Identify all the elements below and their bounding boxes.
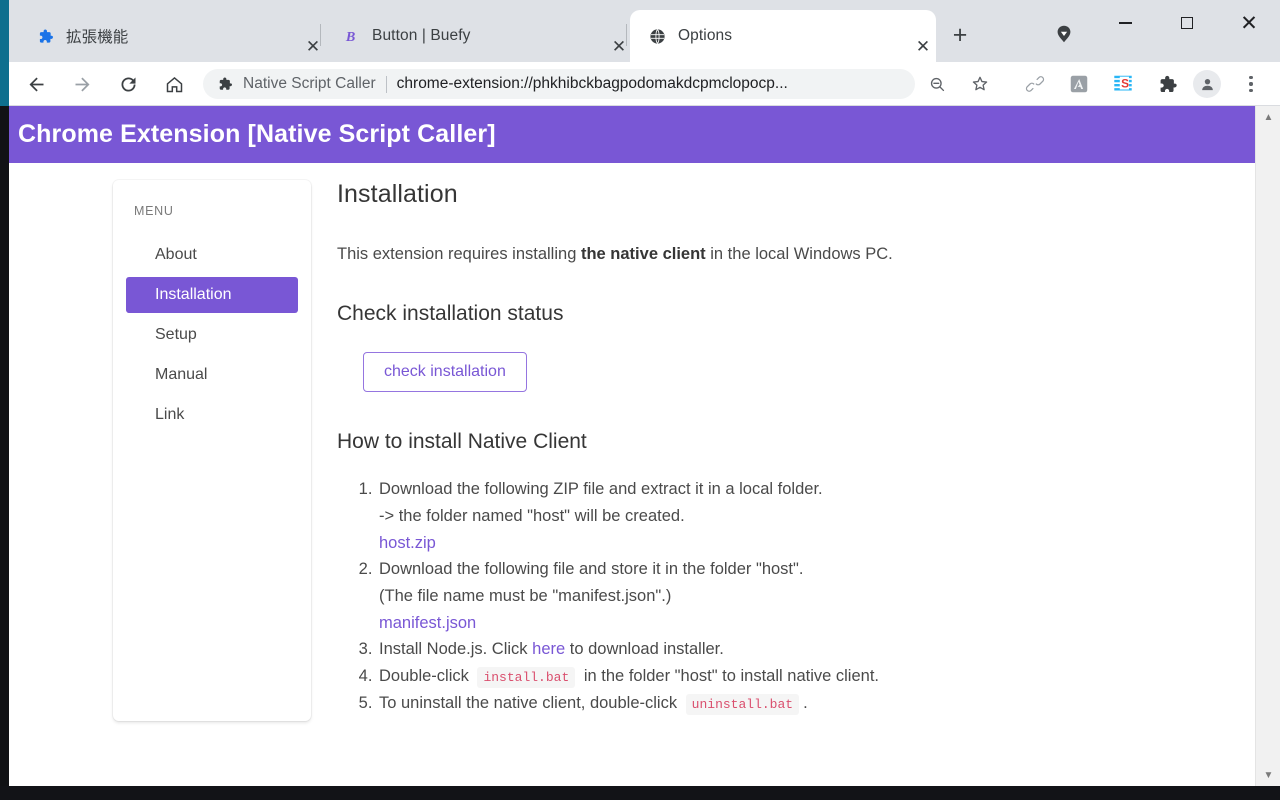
close-window-button[interactable]: ✕ [1218,0,1280,46]
step-5-text-post: . [803,694,808,712]
sidebar-menu-label: MENU [113,204,311,218]
browser-tab-extensions[interactable]: 拡張機能 ✕ [18,10,326,62]
bookmark-star-icon[interactable] [965,69,995,99]
sidebar-menu-list: About Installation Setup Manual Link [113,237,311,433]
intro-text-pre: This extension requires installing [337,245,581,263]
install-heading: How to install Native Client [337,430,1217,454]
link-clip-icon[interactable] [1020,69,1050,99]
tab-close-icon[interactable]: ✕ [606,33,632,59]
list-item: To uninstall the native client, double-c… [377,690,1217,717]
extension-puzzle-icon [217,76,233,92]
minimize-button[interactable] [1094,0,1156,46]
list-item: Link [126,397,298,433]
page-scrollbar[interactable]: ▲ ▼ [1255,106,1280,786]
sidebar-item-about[interactable]: About [126,237,298,273]
step-2-subtext: (The file name must be "manifest.json".) [379,583,1217,610]
tab-title: Options [678,27,732,45]
window-edge-artifact-left [0,106,9,794]
step-3-text-post: to download installer. [565,640,724,658]
omnibox-extension-name: Native Script Caller [243,75,376,93]
nodejs-here-link[interactable]: here [532,640,565,658]
page-header-bar: Chrome Extension [Native Script Caller] [9,106,1255,163]
list-item: Install Node.js. Click here to download … [377,636,1217,663]
buefy-b-icon: B [342,27,360,45]
intro-paragraph: This extension requires installing the n… [337,243,1217,266]
globe-icon [648,27,666,45]
puzzle-icon [36,27,54,45]
omnibox-divider [386,76,387,93]
tab-title: Button | Buefy [372,27,471,45]
browser-tab-options[interactable]: Options ✕ [630,10,936,62]
list-item: Manual [126,357,298,393]
maximize-button[interactable] [1156,0,1218,46]
svg-text:B: B [344,29,354,45]
tab-close-icon[interactable]: ✕ [300,33,326,59]
zoom-out-icon[interactable] [922,69,952,99]
step-4-text-pre: Double-click [379,667,473,685]
omnibox-url-text: chrome-extension://phkhibckbagpodomakdcp… [397,75,788,93]
reload-icon[interactable] [108,64,148,104]
address-bar[interactable]: Native Script Caller chrome-extension://… [203,69,915,99]
step-5-text-pre: To uninstall the native client, double-c… [379,694,682,712]
step-1-text: Download the following ZIP file and extr… [379,480,823,498]
step-4-text-post: in the folder "host" to install native c… [579,667,879,685]
window-edge-artifact-top [0,0,9,106]
sidebar-menu-card: MENU About Installation Setup Manual Lin… [113,180,311,721]
profile-avatar-icon[interactable] [1192,69,1222,99]
new-tab-button[interactable]: + [945,20,975,50]
uninstall-bat-code: uninstall.bat [686,694,799,715]
avatar [1193,70,1221,98]
page-viewport: Chrome Extension [Native Script Caller] … [9,106,1280,786]
main-content: Installation This extension requires ins… [337,180,1217,717]
step-2-text: Download the following file and store it… [379,560,803,578]
list-item: Setup [126,317,298,353]
list-item: Download the following file and store it… [377,556,1217,636]
content-title: Installation [337,180,1217,209]
list-s-extension-icon[interactable]: S [1108,69,1138,99]
check-installation-button[interactable]: check installation [363,352,527,392]
tab-divider [320,24,321,46]
list-item: Double-click install.bat in the folder "… [377,663,1217,690]
update-badge-icon[interactable] [1050,20,1078,48]
kebab-dots [1249,76,1252,92]
scroll-up-arrow-icon[interactable]: ▲ [1256,106,1280,128]
intro-text-bold: the native client [581,245,706,263]
browser-toolbar: Native Script Caller chrome-extension://… [0,62,1280,106]
svg-text:S: S [1121,77,1129,91]
browser-tab-buefy[interactable]: B Button | Buefy ✕ [324,10,632,62]
window-controls: ✕ [1094,0,1280,46]
tab-close-icon[interactable]: ✕ [910,33,936,59]
tab-title: 拡張機能 [66,25,128,47]
step-3-text-pre: Install Node.js. Click [379,640,532,658]
intro-text-post: in the local Windows PC. [706,245,893,263]
home-icon[interactable] [154,64,194,104]
sidebar-item-manual[interactable]: Manual [126,357,298,393]
back-icon[interactable] [16,64,56,104]
extensions-puzzle-icon[interactable] [1152,69,1182,99]
browser-window: 拡張機能 ✕ B Button | Buefy ✕ Options ✕ + [0,0,1280,800]
tab-strip: 拡張機能 ✕ B Button | Buefy ✕ Options ✕ + [0,0,1280,62]
page-title: Chrome Extension [Native Script Caller] [18,120,496,149]
sidebar-item-link[interactable]: Link [126,397,298,433]
window-edge-artifact-bottom [0,786,1280,800]
chrome-menu-icon[interactable] [1236,69,1266,99]
sidebar-item-setup[interactable]: Setup [126,317,298,353]
forward-icon[interactable] [62,64,102,104]
step-1-subtext: -> the folder named "host" will be creat… [379,503,1217,530]
sidebar-item-installation[interactable]: Installation [126,277,298,313]
install-bat-code: install.bat [477,667,575,688]
host-zip-link[interactable]: host.zip [379,530,1217,557]
list-item: Download the following ZIP file and extr… [377,476,1217,556]
install-steps-list: Download the following ZIP file and extr… [337,476,1217,716]
list-item: About [126,237,298,273]
adobe-acrobat-icon[interactable] [1064,69,1094,99]
check-status-heading: Check installation status [337,302,1217,326]
list-item: Installation [126,277,298,313]
page-body: MENU About Installation Setup Manual Lin… [9,163,1255,786]
scroll-down-arrow-icon[interactable]: ▼ [1256,764,1280,786]
tab-divider [626,24,627,46]
manifest-json-link[interactable]: manifest.json [379,610,1217,637]
